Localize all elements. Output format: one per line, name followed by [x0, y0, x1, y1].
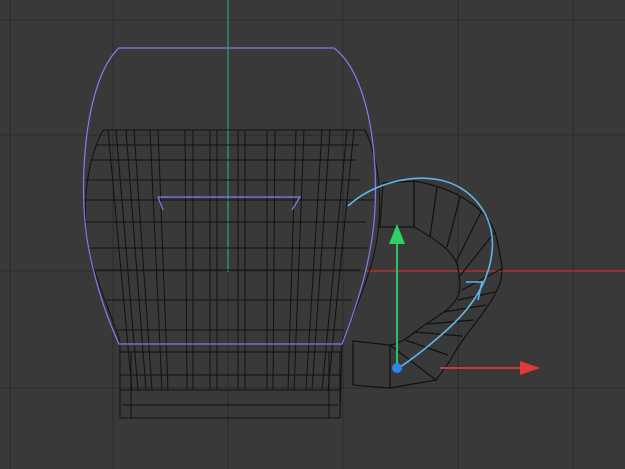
mug-rim-selection — [157, 196, 302, 211]
mug-handle-mesh[interactable] — [352, 180, 504, 389]
gizmo-x-arrow-icon[interactable] — [520, 361, 540, 375]
mug-body-mesh[interactable] — [83, 129, 381, 419]
3d-viewport[interactable] — [0, 0, 625, 469]
move-gizmo[interactable] — [389, 224, 540, 375]
viewport-grid — [0, 0, 625, 469]
gizmo-origin-handle[interactable] — [392, 363, 402, 373]
handle-spline-path[interactable] — [347, 177, 494, 370]
